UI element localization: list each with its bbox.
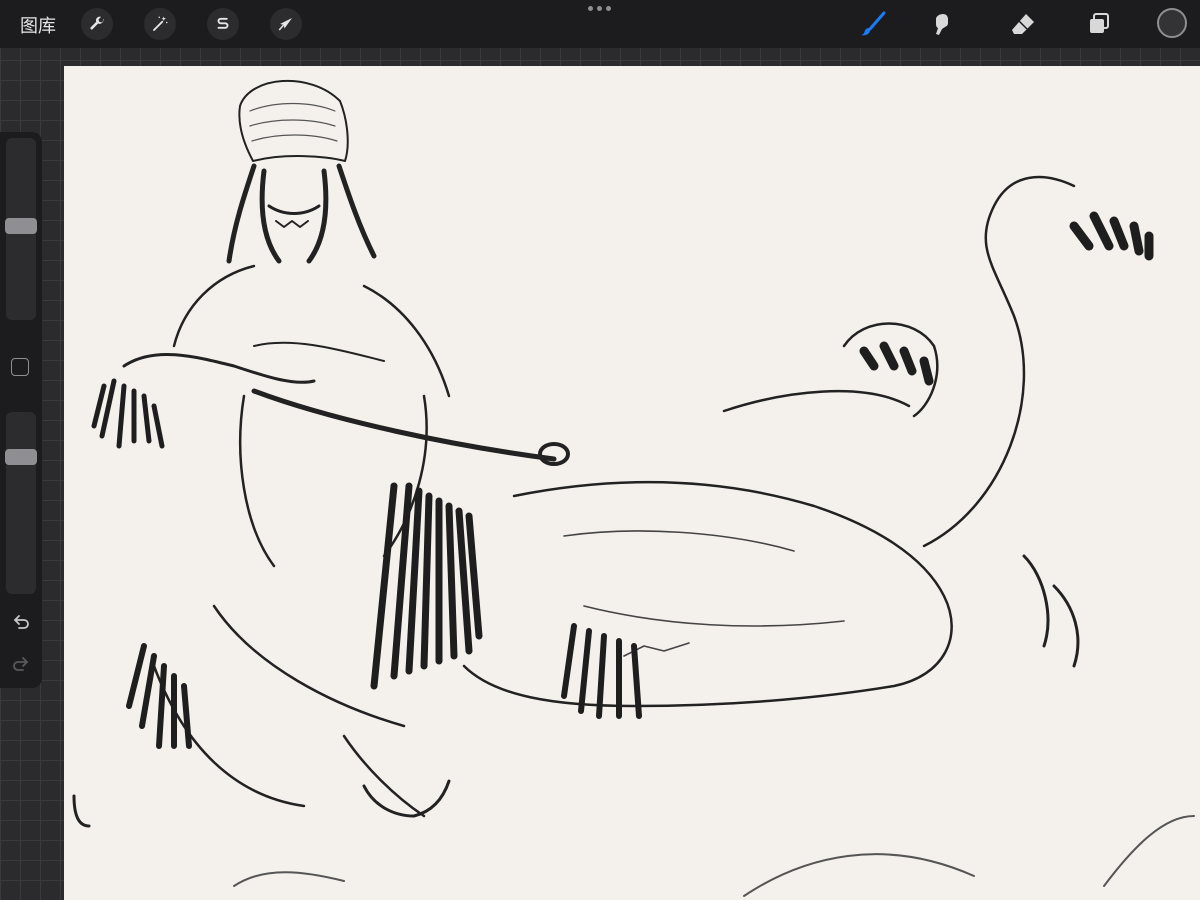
dot-icon <box>606 6 611 11</box>
dot-icon <box>588 6 593 11</box>
transform-button[interactable] <box>270 8 302 40</box>
magic-wand-icon <box>153 16 168 31</box>
eraser-icon <box>1012 14 1034 34</box>
smudge-tool-button[interactable] <box>925 6 961 42</box>
smudge-icon <box>936 14 948 35</box>
sketch-drawing <box>72 80 1195 897</box>
top-toolbar: 图库 <box>0 0 1200 48</box>
eraser-tool-button[interactable] <box>1005 6 1041 42</box>
more-options-handle[interactable] <box>588 6 612 16</box>
arrow-cursor-icon <box>278 18 292 31</box>
drawing-canvas[interactable] <box>64 66 1200 900</box>
brush-size-thumb[interactable] <box>5 218 37 234</box>
modify-button[interactable] <box>11 358 29 376</box>
adjustments-button[interactable] <box>144 8 176 40</box>
brush-sidebar <box>0 132 42 688</box>
brush-size-slider[interactable] <box>5 138 37 320</box>
layers-icon <box>1090 13 1109 33</box>
layers-button[interactable] <box>1081 6 1117 42</box>
selection-s-icon <box>217 17 229 29</box>
selection-button[interactable] <box>207 8 239 40</box>
undo-icon[interactable] <box>10 612 32 634</box>
dot-icon <box>597 6 602 11</box>
gallery-button[interactable]: 图库 <box>20 12 56 38</box>
brush-icon <box>861 11 886 36</box>
redo-icon[interactable] <box>10 654 32 676</box>
actions-button[interactable] <box>81 8 113 40</box>
opacity-thumb[interactable] <box>5 449 37 465</box>
brush-tool-button[interactable] <box>855 6 891 42</box>
opacity-slider[interactable] <box>5 412 37 594</box>
wrench-icon <box>90 16 105 30</box>
color-picker-button[interactable] <box>1157 8 1187 38</box>
